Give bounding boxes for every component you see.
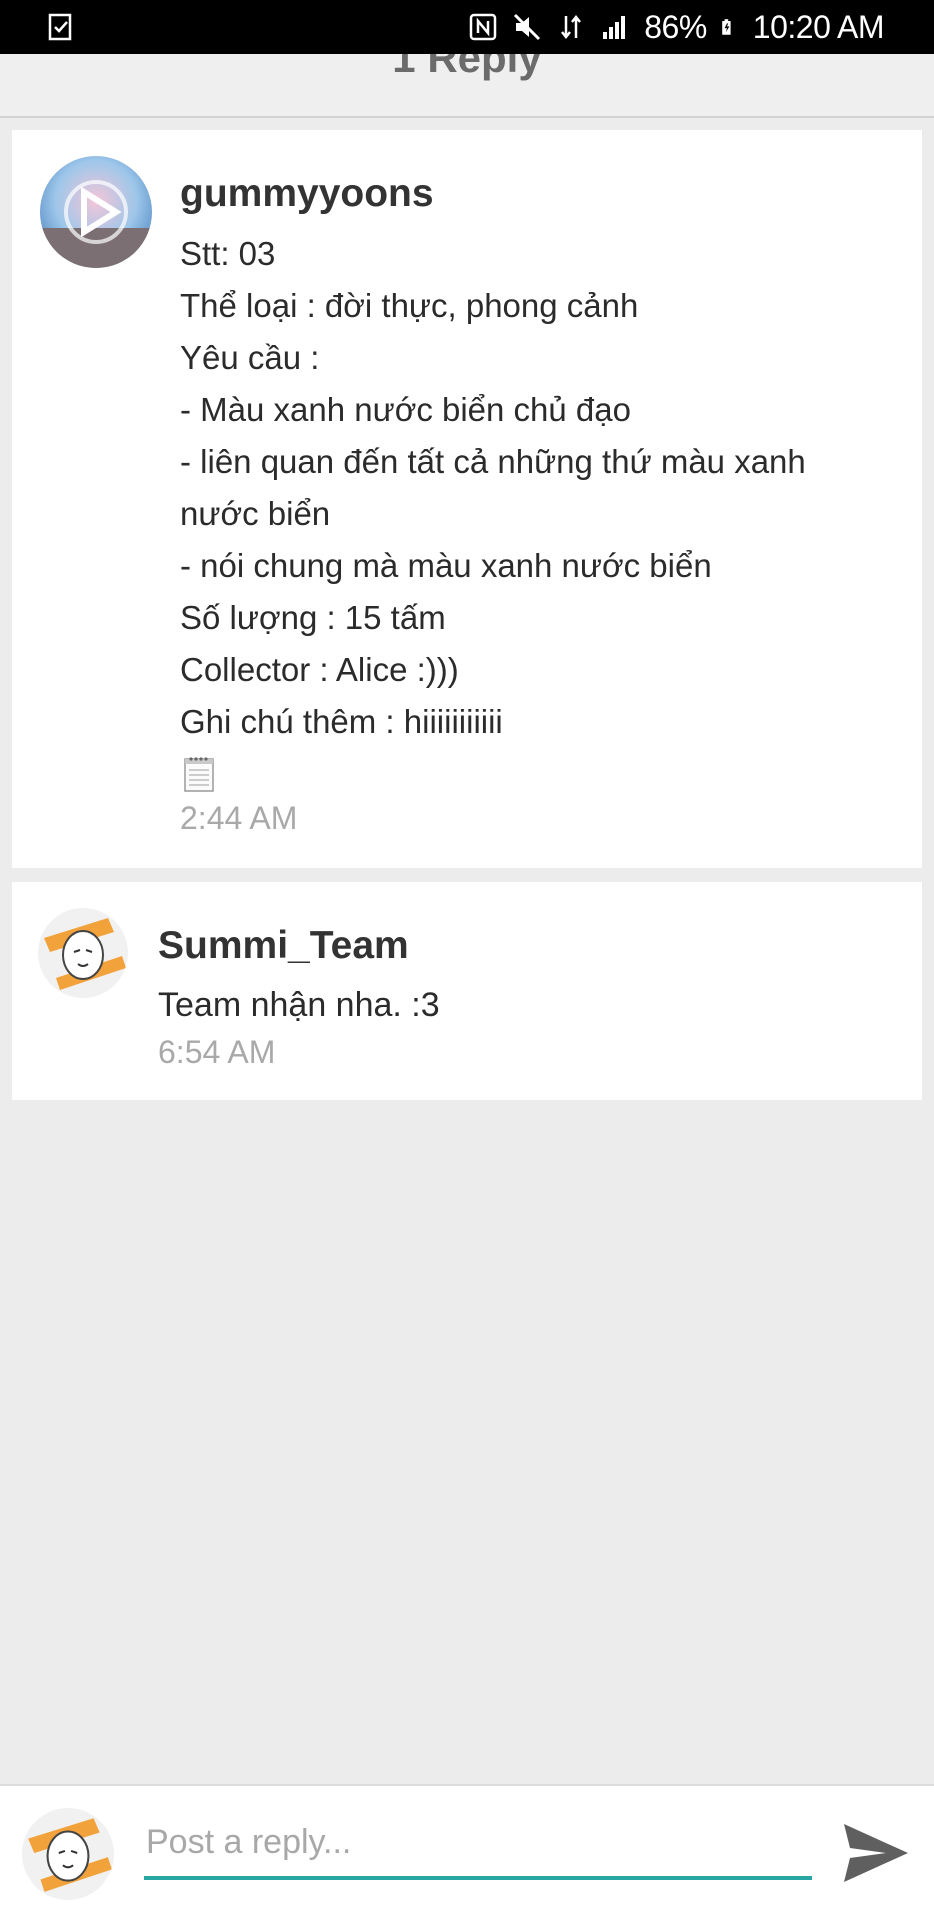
avatar[interactable] <box>40 156 152 268</box>
comment-line: Collector : Alice :))) <box>180 651 459 688</box>
avatar[interactable] <box>38 908 128 998</box>
nfc-icon <box>470 13 497 41</box>
avatar-image <box>38 908 128 998</box>
comment-line: Số lượng : 15 tấm <box>180 599 446 636</box>
avatar-image <box>40 156 152 268</box>
avatar-image <box>22 1808 114 1900</box>
comment-line: Ghi chú thêm : hiiiiiiiiiii <box>180 703 503 740</box>
reply-input[interactable] <box>144 1808 812 1880</box>
task-check-icon <box>48 13 72 41</box>
battery-level: 86% <box>644 8 707 45</box>
comment-timestamp: 6:54 AM <box>158 1034 276 1070</box>
avatar[interactable] <box>22 1808 114 1900</box>
comment-line: Stt: 03 <box>180 235 276 272</box>
page-title: 1 Reply <box>392 54 542 81</box>
battery-charging-icon <box>721 19 731 35</box>
comment-line: - nói chung mà màu xanh nước biển <box>180 547 712 584</box>
mute-icon <box>514 13 541 41</box>
comment-line: - liên quan đến tất cả những thứ màu xan… <box>180 443 806 532</box>
reply-header: 1 Reply <box>0 54 934 118</box>
comment-card: Summi_Team Team nhận nha. :3 6:54 AM <box>12 882 922 1100</box>
comment-author[interactable]: Summi_Team <box>158 924 409 968</box>
comment-card: gummyyoons Stt: 03 Thể loại : đời thực, … <box>12 130 922 868</box>
comment-timestamp: 2:44 AM <box>180 800 298 836</box>
comment-author[interactable]: gummyyoons <box>180 172 434 216</box>
reply-bar <box>0 1784 934 1920</box>
comment-body: Stt: 03 Thể loại : đời thực, phong cảnh … <box>180 228 880 748</box>
data-transfer-icon <box>561 14 582 40</box>
signal-icon <box>603 16 626 39</box>
comment-body: Team nhận nha. :3 <box>158 986 440 1024</box>
comment-line: Yêu cầu : <box>180 339 320 376</box>
comment-line: - Màu xanh nước biển chủ đạo <box>180 391 631 428</box>
status-bar: 86% 10:20 AM <box>0 0 934 54</box>
comment-line: Thể loại : đời thực, phong cảnh <box>180 287 639 324</box>
send-icon[interactable] <box>842 1820 910 1886</box>
notepad-icon <box>184 757 214 792</box>
clock: 10:20 AM <box>752 8 885 45</box>
